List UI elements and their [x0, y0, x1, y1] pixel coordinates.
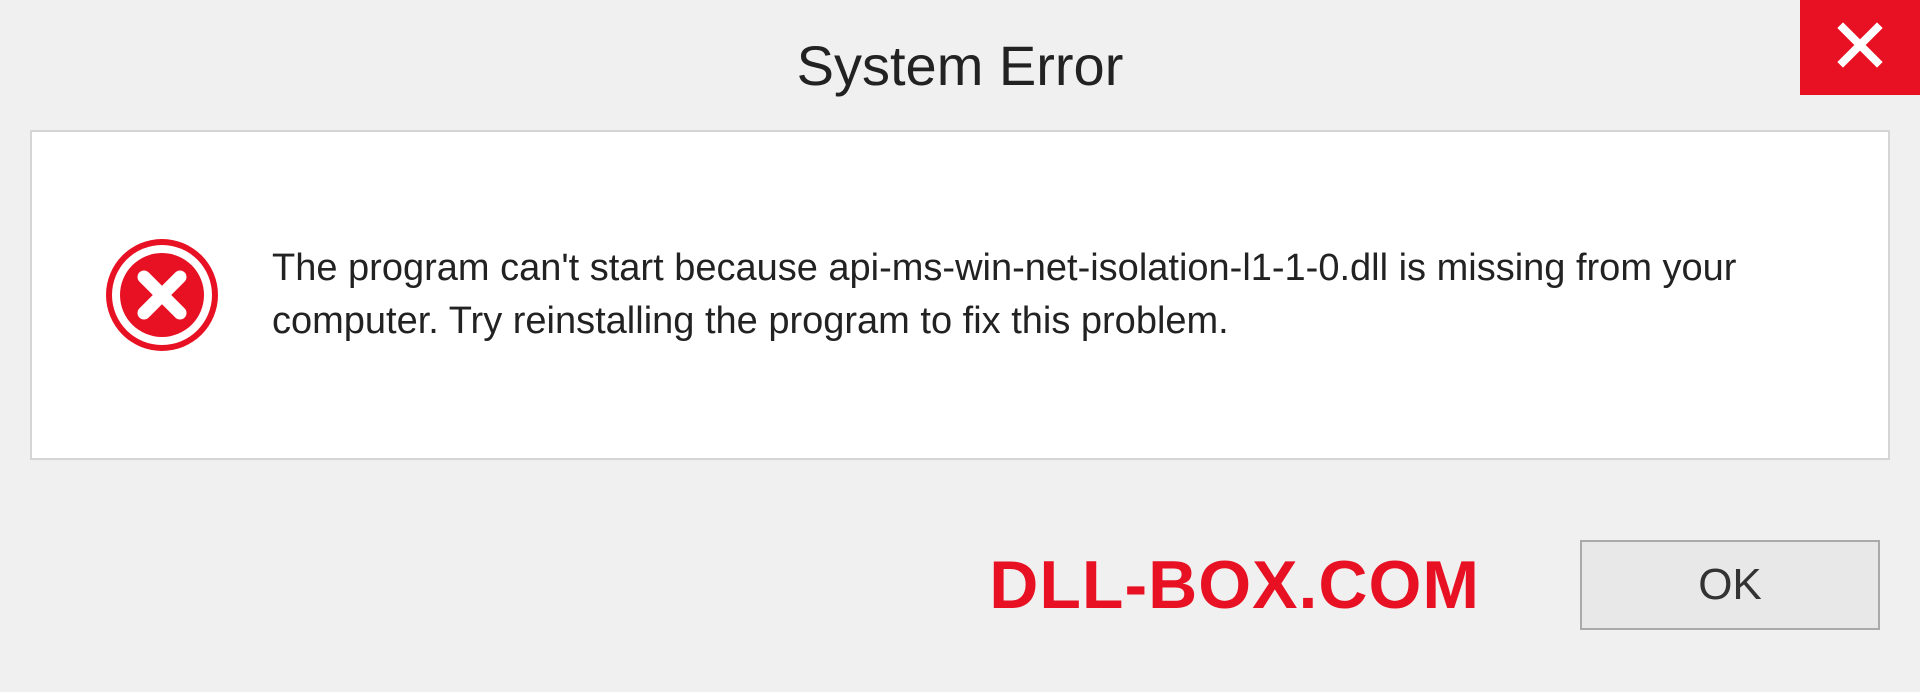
error-message: The program can't start because api-ms-w…	[272, 242, 1848, 348]
footer-area: DLL-BOX.COM OK	[0, 477, 1920, 692]
ok-button[interactable]: OK	[1580, 540, 1880, 630]
titlebar: System Error	[0, 0, 1920, 130]
content-panel: The program can't start because api-ms-w…	[30, 130, 1890, 460]
close-button[interactable]	[1800, 0, 1920, 95]
dialog-title: System Error	[797, 33, 1124, 98]
watermark-text: DLL-BOX.COM	[989, 546, 1480, 624]
error-icon	[102, 235, 222, 355]
close-icon	[1835, 20, 1885, 75]
